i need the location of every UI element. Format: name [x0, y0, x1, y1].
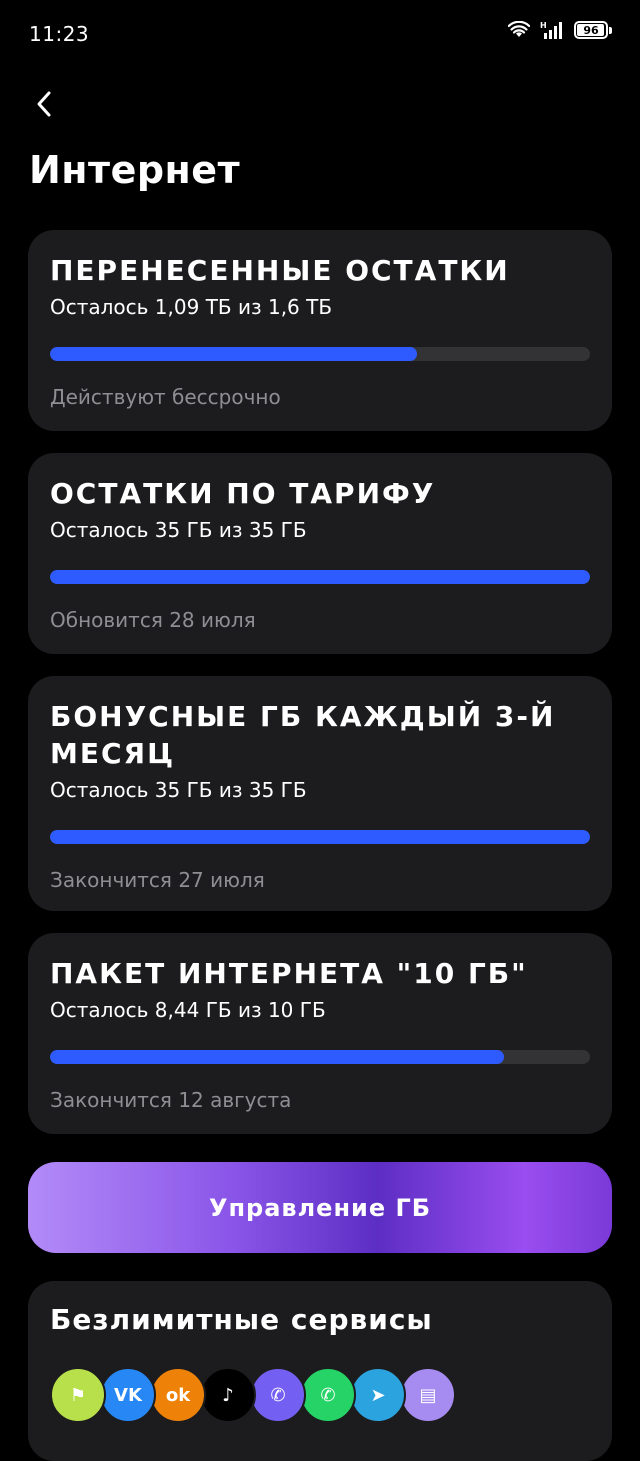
wifi-icon [508, 21, 530, 37]
card-note: Закончится 27 июля [50, 868, 265, 892]
tv-schedule-icon[interactable]: ▤ [400, 1367, 456, 1423]
card-package[interactable]: ПАКЕТ ИНТЕРНЕТА "10 ГБ" Осталось 8,44 ГБ… [28, 933, 612, 1134]
card-carried-over[interactable]: ПЕРЕНЕСЕННЫЕ ОСТАТКИ Осталось 1,09 ТБ из… [28, 230, 612, 431]
card-note: Закончится 12 августа [50, 1088, 292, 1112]
card-remaining: Осталось 35 ГБ из 35 ГБ [50, 518, 307, 542]
unlimited-services-card[interactable]: Безлимитные сервисы ⚑ VK ok ♪ ✆ ✆ ➤ ▤ [28, 1281, 612, 1461]
progress-fill [50, 347, 418, 361]
progress-bar [50, 570, 590, 584]
status-bar: 11:23 H 96 [0, 0, 640, 68]
back-button[interactable] [24, 84, 64, 124]
page-title: Интернет [29, 148, 241, 192]
services-title: Безлимитные сервисы [50, 1303, 433, 1336]
card-remaining: Осталось 8,44 ГБ из 10 ГБ [50, 998, 326, 1022]
status-icons: H 96 [508, 20, 612, 40]
progress-bar [50, 1050, 590, 1064]
manage-gb-label: Управление ГБ [208, 1193, 432, 1222]
card-tariff[interactable]: ОСТАТКИ ПО ТАРИФУ Осталось 35 ГБ из 35 Г… [28, 453, 612, 654]
signal-icon: H [540, 21, 562, 39]
card-title: ПЕРЕНЕСЕННЫЕ ОСТАТКИ [50, 254, 510, 287]
odnoklassniki-icon[interactable]: ok [150, 1367, 206, 1423]
tiktok-icon[interactable]: ♪ [200, 1367, 256, 1423]
manage-gb-button[interactable]: Управление ГБ [28, 1162, 612, 1253]
progress-fill [50, 1050, 504, 1064]
card-remaining: Осталось 1,09 ТБ из 1,6 ТБ [50, 295, 333, 319]
vk-icon[interactable]: VK [100, 1367, 156, 1423]
battery-icon: 96 [574, 21, 612, 39]
services-icons-row: ⚑ VK ok ♪ ✆ ✆ ➤ ▤ [50, 1367, 456, 1423]
progress-fill [50, 830, 590, 844]
card-bonus[interactable]: БОНУСНЫЕ ГБ КАЖДЫЙ 3-Й МЕСЯЦ Осталось 35… [28, 676, 612, 911]
signpost-icon[interactable]: ⚑ [50, 1367, 106, 1423]
card-title: ОСТАТКИ ПО ТАРИФУ [50, 477, 436, 510]
svg-text:H: H [540, 21, 547, 30]
telegram-icon[interactable]: ➤ [350, 1367, 406, 1423]
status-time: 11:23 [29, 22, 90, 46]
card-title: БОНУСНЫЕ ГБ КАЖДЫЙ 3-Й МЕСЯЦ [50, 700, 556, 770]
whatsapp-icon[interactable]: ✆ [300, 1367, 356, 1423]
card-note: Действуют бессрочно [50, 385, 281, 409]
chevron-left-icon [37, 91, 51, 117]
card-note: Обновится 28 июля [50, 608, 256, 632]
progress-fill [50, 570, 590, 584]
viber-icon[interactable]: ✆ [250, 1367, 306, 1423]
progress-bar [50, 830, 590, 844]
card-title: ПАКЕТ ИНТЕРНЕТА "10 ГБ" [50, 957, 528, 990]
progress-bar [50, 347, 590, 361]
battery-level: 96 [583, 23, 599, 37]
card-remaining: Осталось 35 ГБ из 35 ГБ [50, 778, 307, 802]
